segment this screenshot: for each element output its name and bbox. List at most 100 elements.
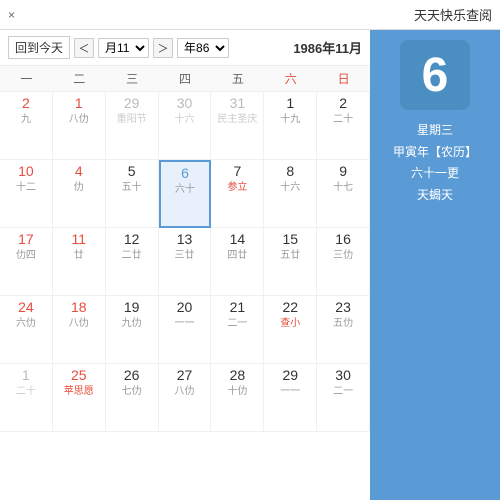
day-cell[interactable]: 8十六 <box>264 160 317 228</box>
day-number: 29 <box>124 94 140 114</box>
day-cell[interactable]: 13三廿 <box>159 228 212 296</box>
day-number: 2 <box>22 94 30 114</box>
day-number: 14 <box>230 230 246 250</box>
day-number: 8 <box>286 162 294 182</box>
day-cell[interactable]: 28十仂 <box>211 364 264 432</box>
day-cell[interactable]: 10十二 <box>0 160 53 228</box>
day-cell[interactable]: 7参立 <box>211 160 264 228</box>
lunar-label: 五廿 <box>280 250 300 262</box>
day-cell[interactable]: 29重阳节 <box>106 92 159 160</box>
calendar-grid[interactable]: 2二十1十九31民主圣庆30十六29重阳节1八仂2九9十七8十六7参立6六十5五… <box>0 92 370 500</box>
day-number: 11 <box>72 230 87 250</box>
today-button[interactable]: 回到今天 <box>8 36 70 59</box>
sidebar-weekday: 星期三 <box>393 120 477 142</box>
lunar-label: 六十 <box>175 184 195 196</box>
day-number: 31 <box>230 94 246 114</box>
prev-button[interactable]: ＜ <box>74 38 94 58</box>
day-cell[interactable]: 16三仂 <box>317 228 370 296</box>
main-window: 天天快乐查阅 × 6 星期三 【农历】甲寅年 六十一更 天蝎天 1986年11月… <box>0 0 500 500</box>
day-cell[interactable]: 21二一 <box>211 296 264 364</box>
lunar-label: 仂四 <box>16 250 36 262</box>
day-cell[interactable]: 17仂四 <box>0 228 53 296</box>
day-number: 25 <box>71 366 87 386</box>
weekday-label: 五 <box>211 66 264 91</box>
day-number: 1 <box>22 366 30 386</box>
lunar-label: 查小 <box>280 318 300 330</box>
lunar-label: 二十 <box>333 114 353 126</box>
day-cell[interactable]: 25苹思愿 <box>53 364 106 432</box>
day-cell[interactable]: 23五仂 <box>317 296 370 364</box>
lunar-label: 三廿 <box>175 250 195 262</box>
day-number: 2 <box>339 94 347 114</box>
weekday-label: 三 <box>106 66 159 91</box>
lunar-label: 一一 <box>175 318 195 330</box>
close-button[interactable]: × <box>8 8 15 22</box>
day-number: 19 <box>124 298 140 318</box>
day-cell[interactable]: 27八仂 <box>159 364 212 432</box>
day-cell[interactable]: 5五十 <box>106 160 159 228</box>
sidebar-detail2: 天蝎天 <box>393 185 477 207</box>
day-cell[interactable]: 1十九 <box>264 92 317 160</box>
day-cell[interactable]: 31民主圣庆 <box>211 92 264 160</box>
day-cell[interactable]: 14四廿 <box>211 228 264 296</box>
day-number: 9 <box>339 162 347 182</box>
lunar-label: 四廿 <box>227 250 247 262</box>
calendar-header: 1986年11月 回到今天 ＜ 月11 ＞ 年86 <box>0 30 370 66</box>
day-number: 27 <box>177 366 193 386</box>
lunar-label: 三仂 <box>333 250 353 262</box>
big-date-display: 6 <box>400 40 470 110</box>
day-cell[interactable]: 22查小 <box>264 296 317 364</box>
lunar-label: 十六 <box>280 182 300 194</box>
day-cell[interactable]: 11廿 <box>53 228 106 296</box>
day-number: 15 <box>282 230 298 250</box>
lunar-label: 民主圣庆 <box>217 114 257 126</box>
lunar-label: 十九 <box>280 114 300 126</box>
day-number: 16 <box>335 230 351 250</box>
day-cell[interactable]: 12二廿 <box>106 228 159 296</box>
day-cell[interactable]: 1八仂 <box>53 92 106 160</box>
sidebar-lunar-year: 【农历】甲寅年 <box>393 142 477 164</box>
day-cell[interactable]: 2二十 <box>317 92 370 160</box>
lunar-label: 重阳节 <box>117 114 147 126</box>
day-cell[interactable]: 29一一 <box>264 364 317 432</box>
day-number: 1 <box>75 94 83 114</box>
lunar-label: 廿 <box>74 250 84 262</box>
window-title: 天天快乐查阅 <box>414 5 492 24</box>
day-number: 18 <box>71 298 87 318</box>
lunar-label: 十二 <box>16 182 36 194</box>
sidebar: 6 星期三 【农历】甲寅年 六十一更 天蝎天 <box>370 30 500 500</box>
lunar-label: 十仂 <box>227 386 247 398</box>
next-button[interactable]: ＞ <box>153 38 173 58</box>
day-cell[interactable]: 6六十 <box>159 160 212 228</box>
day-cell[interactable]: 30二一 <box>317 364 370 432</box>
day-cell[interactable]: 18八仂 <box>53 296 106 364</box>
day-cell[interactable]: 2九 <box>0 92 53 160</box>
day-cell[interactable]: 15五廿 <box>264 228 317 296</box>
day-number: 30 <box>177 94 193 114</box>
lunar-label: 五仂 <box>333 318 353 330</box>
lunar-label: 六仂 <box>16 318 36 330</box>
sidebar-detail1: 六十一更 <box>393 163 477 185</box>
day-cell[interactable]: 20一一 <box>159 296 212 364</box>
day-number: 28 <box>230 366 246 386</box>
day-cell[interactable]: 4仂 <box>53 160 106 228</box>
month-select[interactable]: 月11 <box>98 38 149 58</box>
lunar-label: 八仂 <box>175 386 195 398</box>
day-cell[interactable]: 19九仂 <box>106 296 159 364</box>
lunar-label: 九 <box>21 114 31 126</box>
lunar-label: 七仂 <box>122 386 142 398</box>
day-number: 21 <box>230 298 246 318</box>
lunar-label: 二十 <box>16 386 36 398</box>
day-cell[interactable]: 26七仂 <box>106 364 159 432</box>
weekday-label: 一 <box>0 66 53 91</box>
lunar-label: 二一 <box>227 318 247 330</box>
year-select[interactable]: 年86 <box>177 38 229 58</box>
sidebar-info: 星期三 【农历】甲寅年 六十一更 天蝎天 <box>393 120 477 206</box>
day-cell[interactable]: 1二十 <box>0 364 53 432</box>
lunar-label: 二廿 <box>122 250 142 262</box>
day-cell[interactable]: 24六仂 <box>0 296 53 364</box>
weekday-label: 六 <box>264 66 317 91</box>
day-cell[interactable]: 9十七 <box>317 160 370 228</box>
lunar-label: 一一 <box>280 386 300 398</box>
day-cell[interactable]: 30十六 <box>159 92 212 160</box>
